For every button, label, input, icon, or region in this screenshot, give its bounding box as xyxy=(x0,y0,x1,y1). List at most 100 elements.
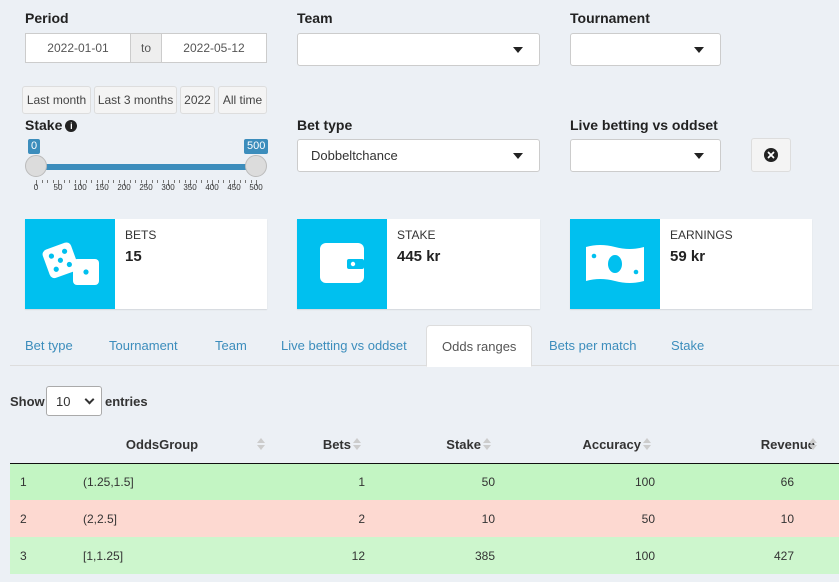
table-header-row: OddsGroup Bets Stake Accuracy Revenue xyxy=(10,426,839,464)
slider-tick xyxy=(91,180,92,183)
show-label: Show xyxy=(10,394,45,409)
date-to-input[interactable]: 2022-05-12 xyxy=(161,33,267,63)
cell-index: 1 xyxy=(20,474,27,489)
column-header-accuracy[interactable]: Accuracy xyxy=(505,426,665,464)
period-label: Period xyxy=(25,10,69,26)
tab-stake[interactable]: Stake xyxy=(656,325,719,366)
table-row[interactable]: 3 [1,1.25] 12 385 100 427 xyxy=(10,537,839,574)
sort-icon xyxy=(353,436,361,452)
tab-team[interactable]: Team xyxy=(200,325,262,366)
cell-revenue: 10 xyxy=(780,511,794,526)
caret-down-icon xyxy=(513,47,523,53)
stake-label: Stake xyxy=(25,117,63,133)
wallet-icon xyxy=(297,219,387,309)
slider-handle-min[interactable] xyxy=(25,155,47,177)
entries-label: entries xyxy=(105,394,148,409)
slider-tick-label: 50 xyxy=(53,183,63,192)
slider-tick xyxy=(69,180,70,183)
slider-tick-label: 350 xyxy=(183,183,197,192)
slider-max-badge: 500 xyxy=(244,139,269,154)
sort-icon xyxy=(257,436,265,452)
column-header-index xyxy=(10,426,73,464)
cell-revenue: 427 xyxy=(773,548,794,563)
last-month-button[interactable]: Last month xyxy=(22,86,91,114)
slider-tick-label: 200 xyxy=(117,183,131,192)
bet-type-label: Bet type xyxy=(297,117,353,133)
slider-tick-label: 150 xyxy=(95,183,109,192)
odds-table: OddsGroup Bets Stake Accuracy Revenue 1 … xyxy=(10,426,839,574)
cell-index: 3 xyxy=(20,548,27,563)
slider-tick xyxy=(245,180,246,183)
cell-index: 2 xyxy=(20,511,27,526)
chevron-down-icon xyxy=(84,394,95,405)
slider-tick-label: 400 xyxy=(205,183,219,192)
slider-tick xyxy=(157,180,158,183)
column-label: Revenue xyxy=(760,436,815,452)
dice-icon xyxy=(25,219,115,309)
caret-down-icon xyxy=(694,153,704,159)
bet-type-select-value: Dobbeltchance xyxy=(311,148,398,163)
tournament-label: Tournament xyxy=(570,10,650,26)
year-2022-button[interactable]: 2022 xyxy=(180,86,215,114)
slider-ticks: 0 50 100 150 200 250 300 350 400 450 500 xyxy=(25,180,269,196)
slider-tick xyxy=(47,180,48,183)
all-time-button[interactable]: All time xyxy=(218,86,267,114)
tab-tournament[interactable]: Tournament xyxy=(94,325,193,366)
team-label: Team xyxy=(297,10,333,26)
table-row[interactable]: 1 (1.25,1.5] 1 50 100 66 xyxy=(10,463,839,500)
cell-stake: 385 xyxy=(474,548,495,563)
money-bill-icon xyxy=(570,219,660,309)
slider-tick xyxy=(223,180,224,183)
tab-live-betting[interactable]: Live betting vs oddset xyxy=(266,325,422,366)
tournament-select[interactable] xyxy=(570,33,721,66)
cell-accuracy: 100 xyxy=(634,474,655,489)
live-betting-select[interactable] xyxy=(570,139,721,172)
sort-icon xyxy=(483,436,491,452)
bet-type-select[interactable]: Dobbeltchance xyxy=(297,139,540,172)
stake-title: STAKE xyxy=(397,228,436,242)
slider-tick xyxy=(41,180,43,183)
stake-slider-bar[interactable] xyxy=(36,164,256,170)
slider-handle-max[interactable] xyxy=(245,155,267,177)
stake-info-box: STAKE 445 kr xyxy=(297,219,540,309)
bets-value: 15 xyxy=(125,248,142,265)
caret-down-icon xyxy=(513,153,523,159)
column-header-oddsgroup[interactable]: OddsGroup xyxy=(73,426,265,464)
stake-label-wrap: Stake i xyxy=(25,117,78,133)
cell-oddsgroup: [1,1.25] xyxy=(83,548,124,563)
slider-tick-label: 450 xyxy=(227,183,241,192)
cell-revenue: 66 xyxy=(780,474,794,489)
cell-stake: 10 xyxy=(481,511,495,526)
tab-bet-type[interactable]: Bet type xyxy=(10,325,88,366)
column-header-bets[interactable]: Bets xyxy=(265,426,375,464)
slider-tick-label: 250 xyxy=(139,183,153,192)
earnings-title: EARNINGS xyxy=(670,228,733,242)
info-icon[interactable]: i xyxy=(65,120,78,132)
close-circle-icon xyxy=(764,148,778,162)
cell-accuracy: 100 xyxy=(634,548,655,563)
entries-select[interactable]: 10 xyxy=(46,386,102,416)
date-from-input[interactable]: 2022-01-01 xyxy=(25,33,131,63)
cell-bets: 1 xyxy=(358,474,365,489)
last-3-months-button[interactable]: Last 3 months xyxy=(94,86,177,114)
slider-tick xyxy=(63,180,65,183)
cell-bets: 2 xyxy=(358,511,365,526)
tab-bar: Bet type Tournament Team Live betting vs… xyxy=(10,325,839,367)
column-header-revenue[interactable]: Revenue xyxy=(665,426,839,464)
slider-tick xyxy=(135,180,136,183)
clear-filters-button[interactable] xyxy=(751,138,791,172)
tab-bets-per-match[interactable]: Bets per match xyxy=(534,325,651,366)
column-label: OddsGroup xyxy=(125,436,199,452)
column-header-stake[interactable]: Stake xyxy=(375,426,505,464)
slider-tick-label: 500 xyxy=(249,183,263,192)
team-select[interactable] xyxy=(297,33,540,66)
slider-tick xyxy=(113,180,114,183)
slider-tick xyxy=(179,180,180,183)
tab-odds-ranges[interactable]: Odds ranges xyxy=(426,325,533,367)
cell-bets: 12 xyxy=(351,548,365,563)
table-row[interactable]: 2 (2,2.5] 2 10 50 10 xyxy=(10,500,839,537)
sort-icon xyxy=(643,436,651,452)
cell-accuracy: 50 xyxy=(641,511,655,526)
earnings-value: 59 kr xyxy=(670,248,706,265)
earnings-info-box: EARNINGS 59 kr xyxy=(570,219,812,309)
